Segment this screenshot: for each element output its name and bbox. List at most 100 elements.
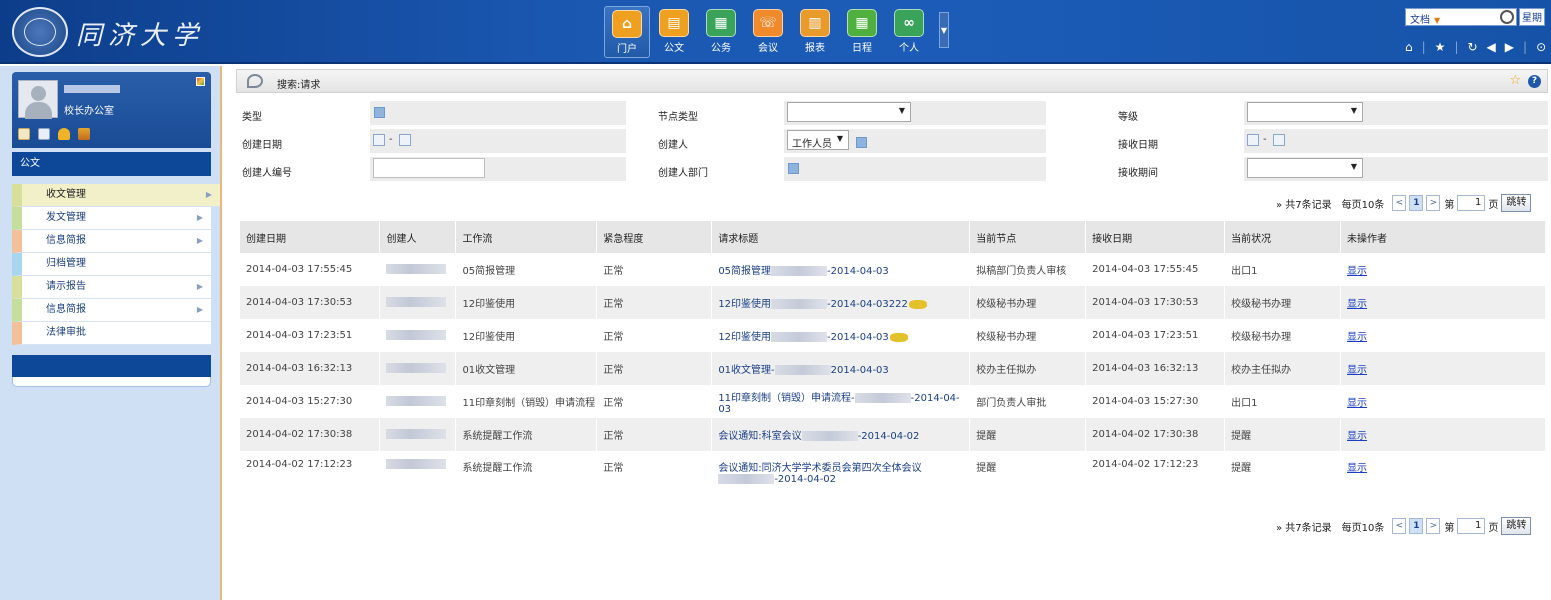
column-header[interactable]: 当前状况 bbox=[1224, 221, 1342, 253]
request-title-link[interactable]: 12印鉴使用 -2014-04-03 bbox=[718, 332, 889, 343]
receive-period-select[interactable]: ▼ bbox=[1247, 158, 1363, 178]
nav-item-0[interactable]: ⌂ 门户 bbox=[604, 6, 650, 58]
request-title-link[interactable]: 01收文管理- 2014-04-03 bbox=[718, 365, 889, 376]
nav-item-6[interactable]: ∞ 个人 bbox=[886, 6, 932, 58]
nav-item-5[interactable]: ▦ 日程 bbox=[839, 6, 885, 58]
column-header[interactable]: 请求标题 bbox=[711, 221, 971, 253]
search-icon[interactable] bbox=[1500, 10, 1514, 24]
nav-more-dropdown-icon[interactable]: ▼ bbox=[939, 12, 949, 48]
edit-note-icon[interactable] bbox=[38, 128, 50, 140]
cell-request-title[interactable]: 12印鉴使用 -2014-04-03 bbox=[711, 319, 971, 352]
nav-item-1[interactable]: ▤ 公文 bbox=[651, 6, 697, 58]
prev-page-button[interactable]: < bbox=[1392, 518, 1407, 534]
cell-request-title[interactable]: 11印章刻制（销毁）申请流程- -2014-04-03 bbox=[711, 385, 971, 418]
sidebar-item-6[interactable]: 法律审批 bbox=[12, 322, 211, 345]
favorite-star-icon[interactable]: ☆ bbox=[1509, 73, 1521, 88]
university-logo[interactable]: 同济大学 bbox=[12, 7, 222, 57]
hot-badge-icon bbox=[889, 332, 908, 342]
show-link[interactable]: 显示 bbox=[1347, 299, 1367, 310]
calendar-icon[interactable] bbox=[399, 134, 411, 146]
calendar-icon[interactable] bbox=[1273, 134, 1285, 146]
jump-button[interactable]: 跳转 bbox=[1501, 517, 1532, 535]
section-title[interactable]: 公文 bbox=[12, 152, 211, 176]
back-icon[interactable]: ◀ bbox=[1487, 40, 1496, 54]
nav-item-2[interactable]: ▦ 公务 bbox=[698, 6, 744, 58]
prev-page-button[interactable]: < bbox=[1392, 195, 1407, 211]
calendar-icon[interactable] bbox=[373, 134, 385, 146]
page-1-button[interactable]: 1 bbox=[1409, 518, 1424, 534]
node-type-select[interactable]: ▼ bbox=[787, 102, 911, 122]
star-icon[interactable]: ★ bbox=[1435, 40, 1446, 54]
sidebar-item-3[interactable]: 归档管理 bbox=[12, 253, 211, 276]
search-scope-select[interactable]: 文档 ▼ bbox=[1410, 11, 1440, 26]
org-chart-icon[interactable] bbox=[78, 128, 90, 140]
show-link[interactable]: 显示 bbox=[1347, 398, 1367, 409]
table-row[interactable]: 2014-04-03 16:32:13 01收文管理 正常 01收文管理- 2014-0… bbox=[240, 352, 1546, 385]
help-icon[interactable]: ? bbox=[1528, 75, 1541, 88]
column-header[interactable]: 创建日期 bbox=[240, 221, 381, 253]
sidebar-item-5[interactable]: 信息简报 ▶ bbox=[12, 299, 211, 322]
sidebar-item-2[interactable]: 信息简报 ▶ bbox=[12, 230, 211, 253]
show-link[interactable]: 显示 bbox=[1347, 365, 1367, 376]
show-link[interactable]: 显示 bbox=[1347, 332, 1367, 343]
creator-search-icon[interactable] bbox=[856, 137, 867, 148]
sidebar-item-0[interactable]: 收文管理 ▶ bbox=[12, 184, 220, 207]
cell-request-title[interactable]: 05简报管理 -2014-04-03 bbox=[711, 253, 971, 286]
next-page-button[interactable]: > bbox=[1426, 195, 1441, 211]
jump-button[interactable]: 跳转 bbox=[1501, 194, 1532, 212]
table-row[interactable]: 2014-04-03 15:27:30 11印章刻制（销毁）申请流程 正常 11印章刻… bbox=[240, 385, 1546, 418]
pager-total: » 共7条记录 bbox=[1276, 199, 1332, 211]
request-title-link[interactable]: 会议通知:科室会议 -2014-04-02 bbox=[718, 431, 919, 442]
table-row[interactable]: 2014-04-02 17:30:38 系统提醒工作流 正常 会议通知:科室会议 -20… bbox=[240, 418, 1546, 451]
page-1-button[interactable]: 1 bbox=[1409, 195, 1424, 211]
avatar[interactable] bbox=[18, 80, 58, 119]
page-input[interactable]: 1 bbox=[1457, 195, 1486, 211]
request-title-link[interactable]: 05简报管理 -2014-04-03 bbox=[718, 266, 889, 277]
column-header[interactable]: 当前节点 bbox=[969, 221, 1087, 253]
column-header[interactable]: 紧急程度 bbox=[596, 221, 713, 253]
page-input[interactable]: 1 bbox=[1457, 518, 1486, 534]
sidebar-item-4[interactable]: 请示报告 ▶ bbox=[12, 276, 211, 299]
sidebar-item-1[interactable]: 发文管理 ▶ bbox=[12, 207, 211, 230]
hot-badge-icon bbox=[908, 299, 927, 309]
refresh-icon[interactable]: ↻ bbox=[1467, 40, 1477, 54]
column-header[interactable]: 创建人 bbox=[379, 221, 457, 253]
column-header[interactable]: 工作流 bbox=[455, 221, 598, 253]
search-box[interactable]: 文档 ▼ bbox=[1405, 8, 1517, 26]
cell-request-title[interactable]: 01收文管理- 2014-04-03 bbox=[711, 352, 971, 385]
table-row[interactable]: 2014-04-02 17:12:23 系统提醒工作流 正常 会议通知:同济大学学术委… bbox=[240, 451, 1546, 497]
cell-creator bbox=[379, 319, 457, 352]
column-header[interactable]: 接收日期 bbox=[1085, 221, 1226, 253]
request-title-link[interactable]: 12印鉴使用 -2014-04-03222 bbox=[718, 299, 908, 310]
nav-item-3[interactable]: ☏ 会议 bbox=[745, 6, 791, 58]
calendar-icon[interactable] bbox=[1247, 134, 1259, 146]
forward-icon[interactable]: ▶ bbox=[1505, 40, 1514, 54]
cell-request-title[interactable]: 会议通知:同济大学学术委员会第四次全体会议-2014-04-02 bbox=[711, 451, 971, 497]
cell-request-title[interactable]: 12印鉴使用 -2014-04-03222 bbox=[711, 286, 971, 319]
creator-select[interactable]: 工作人员 ▼ bbox=[787, 130, 849, 150]
next-page-button[interactable]: > bbox=[1426, 518, 1441, 534]
request-title-link[interactable]: 会议通知:同济大学学术委员会第四次全体会议-2014-04-02 bbox=[718, 463, 922, 485]
request-title-link[interactable]: 11印章刻制（销毁）申请流程- -2014-04-03 bbox=[718, 392, 960, 415]
column-header[interactable]: 未操作者 bbox=[1340, 221, 1546, 253]
cell-request-title[interactable]: 会议通知:科室会议 -2014-04-02 bbox=[711, 418, 971, 451]
lock-icon[interactable] bbox=[58, 128, 70, 140]
level-select[interactable]: ▼ bbox=[1247, 102, 1363, 122]
creator-dept-search-icon[interactable] bbox=[788, 163, 799, 174]
table-row[interactable]: 2014-04-03 17:30:53 12印鉴使用 正常 12印鉴使用 -2014-0… bbox=[240, 286, 1546, 319]
creator-no-input[interactable] bbox=[373, 158, 485, 178]
weekday-button[interactable]: 星期 bbox=[1519, 8, 1545, 26]
type-search-icon[interactable] bbox=[374, 107, 385, 118]
home-icon[interactable]: ⌂ bbox=[1405, 40, 1413, 54]
show-link[interactable]: 显示 bbox=[1347, 463, 1367, 474]
redacted-title bbox=[718, 474, 775, 484]
table-row[interactable]: 2014-04-03 17:55:45 05简报管理 正常 05简报管理 -2014-0… bbox=[240, 253, 1546, 286]
settings-icon[interactable] bbox=[196, 77, 205, 86]
show-link[interactable]: 显示 bbox=[1347, 266, 1367, 277]
cell-status: 校办主任拟办 bbox=[1224, 352, 1342, 385]
nav-item-4[interactable]: ▥ 报表 bbox=[792, 6, 838, 58]
table-row[interactable]: 2014-04-03 17:23:51 12印鉴使用 正常 12印鉴使用 -2014-0… bbox=[240, 319, 1546, 352]
address-book-icon[interactable] bbox=[18, 128, 30, 140]
show-link[interactable]: 显示 bbox=[1347, 431, 1367, 442]
power-icon[interactable]: ⊙ bbox=[1536, 40, 1546, 54]
